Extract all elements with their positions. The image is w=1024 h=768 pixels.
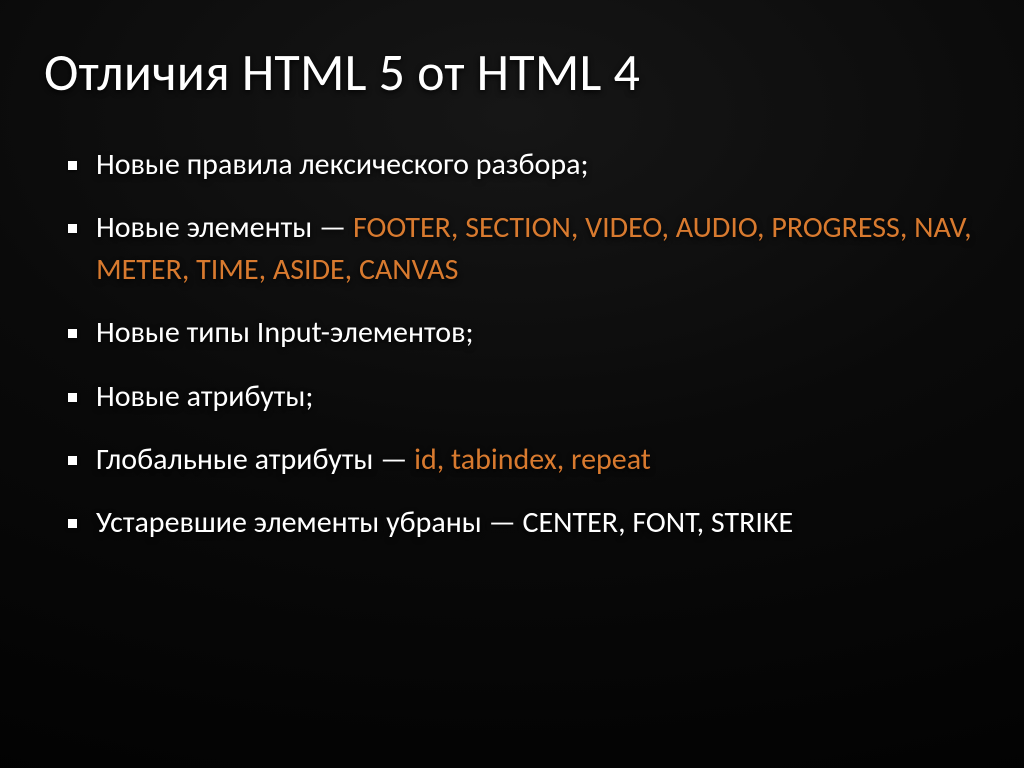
- list-item: Новые атрибуты;: [68, 376, 980, 417]
- bullet-text: Новые правила лексического разбора;: [96, 146, 589, 183]
- bullet-text: Новые типы Input-элементов;: [96, 314, 473, 351]
- list-item: Глобальные атрибуты — id, tabindex, repe…: [68, 439, 980, 480]
- bullet-text-prefix: Новые элементы —: [96, 209, 353, 246]
- slide: Отличия HTML 5 от HTML 4 Новые правила л…: [0, 0, 1024, 768]
- bullet-text-accent: id, tabindex, repeat: [414, 441, 651, 478]
- list-item: Устаревшие элементы убраны — Center, Fon…: [68, 502, 980, 543]
- list-item: Новые правила лексического разбора;: [68, 144, 980, 185]
- slide-title: Отличия HTML 5 от HTML 4: [44, 40, 980, 104]
- bullet-text-prefix: Глобальные атрибуты —: [96, 441, 414, 478]
- bullet-text: Новые атрибуты;: [96, 378, 313, 415]
- bullet-list: Новые правила лексического разбора; Новы…: [44, 144, 980, 544]
- bullet-text-prefix: Устаревшие элементы убраны —: [96, 504, 523, 541]
- list-item: Новые элементы — Footer, Section, Video,…: [68, 207, 980, 290]
- bullet-text-tail: Center, Font, Strike: [523, 504, 794, 541]
- list-item: Новые типы Input-элементов;: [68, 312, 980, 353]
